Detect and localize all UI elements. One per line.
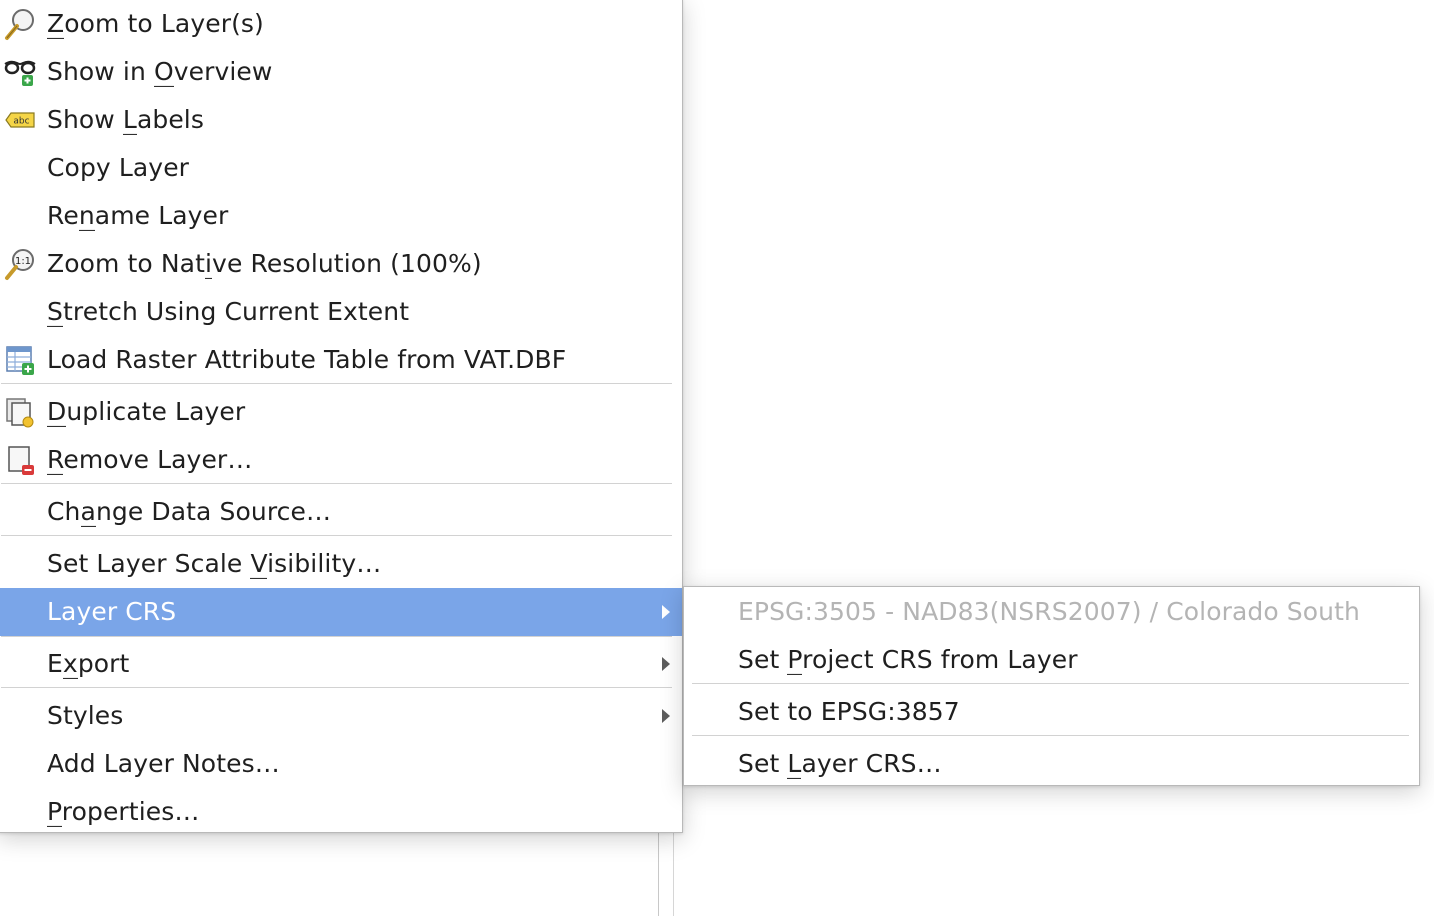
menu-item-rename-layer[interactable]: Rename Layer [0, 192, 682, 240]
menu-item-set-project-crs-from-layer[interactable]: Set Project CRS from Layer [684, 636, 1419, 684]
menu-item-add-layer-notes[interactable]: Add Layer Notes… [0, 740, 682, 788]
svg-text:1:1: 1:1 [15, 256, 31, 267]
menu-separator [1, 636, 672, 637]
menu-item-zoom-native-resolution[interactable]: 1:1 Zoom to Native Resolution (100%) [0, 240, 682, 288]
menu-item-label: Show in Overview [47, 56, 273, 87]
menu-separator [1, 483, 672, 484]
menu-separator [692, 735, 1409, 736]
menu-item-set-to-epsg-3857[interactable]: Set to EPSG:3857 [684, 688, 1419, 736]
zoom-native-resolution-icon: 1:1 [5, 249, 34, 280]
submenu-arrow-icon [662, 709, 670, 723]
background-panel-edge [658, 832, 674, 916]
menu-item-label: Set Layer Scale Visibility… [47, 548, 382, 579]
raster-attribute-table-icon [6, 346, 34, 375]
menu-item-set-layer-scale-visibility[interactable]: Set Layer Scale Visibility… [0, 540, 682, 588]
remove-layer-icon [8, 446, 34, 475]
menu-item-load-raster-attribute-table[interactable]: Load Raster Attribute Table from VAT.DBF [0, 336, 682, 384]
menu-item-label: Set Project CRS from Layer [738, 644, 1078, 675]
menu-item-properties[interactable]: Properties… [0, 788, 682, 836]
menu-item-label: Properties… [47, 796, 200, 827]
menu-item-label: Rename Layer [47, 200, 229, 231]
menu-separator [1, 535, 672, 536]
layer-crs-submenu: EPSG:3505 - NAD83(NSRS2007) / Colorado S… [683, 586, 1420, 786]
menu-item-export[interactable]: Export [0, 640, 682, 688]
show-labels-icon: abc [5, 112, 35, 128]
menu-item-label: EPSG:3505 - NAD83(NSRS2007) / Colorado S… [738, 596, 1360, 626]
menu-item-label: Copy Layer [47, 152, 190, 182]
svg-text:abc: abc [13, 117, 29, 127]
menu-item-label: Show Labels [47, 104, 204, 135]
menu-item-label: Load Raster Attribute Table from VAT.DBF [47, 344, 567, 374]
menu-item-label: Duplicate Layer [47, 396, 246, 427]
menu-item-label: Zoom to Layer(s) [47, 8, 264, 39]
menu-item-styles[interactable]: Styles [0, 692, 682, 740]
menu-item-remove-layer[interactable]: Remove Layer… [0, 436, 682, 484]
duplicate-layer-icon [6, 398, 34, 428]
menu-item-label: Export [47, 648, 130, 679]
menu-item-copy-layer[interactable]: Copy Layer [0, 144, 682, 192]
menu-item-label: Set to EPSG:3857 [738, 696, 960, 726]
menu-separator [692, 683, 1409, 684]
menu-item-set-layer-crs[interactable]: Set Layer CRS… [684, 740, 1419, 788]
menu-item-label: Stretch Using Current Extent [47, 296, 410, 327]
submenu-arrow-icon [662, 605, 670, 619]
menu-item-label: Add Layer Notes… [47, 748, 280, 778]
menu-item-label: Layer CRS [47, 596, 177, 626]
menu-item-label: Change Data Source… [47, 496, 332, 527]
menu-item-zoom-to-layers[interactable]: Zoom to Layer(s) [0, 0, 682, 48]
menu-item-stretch-current-extent[interactable]: Stretch Using Current Extent [0, 288, 682, 336]
menu-item-show-in-overview[interactable]: Show in Overview [0, 48, 682, 96]
menu-item-label: Set Layer CRS… [738, 748, 942, 779]
menu-item-show-labels[interactable]: abc Show Labels [0, 96, 682, 144]
zoom-to-layer-icon [5, 9, 34, 40]
menu-item-label: Remove Layer… [47, 444, 253, 475]
submenu-arrow-icon [662, 657, 670, 671]
layer-context-menu: Zoom to Layer(s) Show in Overview abc Sh… [0, 0, 683, 833]
menu-item-label: Styles [47, 700, 124, 730]
show-in-overview-icon [4, 60, 36, 86]
menu-item-duplicate-layer[interactable]: Duplicate Layer [0, 388, 682, 436]
menu-item-change-data-source[interactable]: Change Data Source… [0, 488, 682, 536]
menu-item-label: Zoom to Native Resolution (100%) [47, 248, 482, 279]
menu-item-layer-crs[interactable]: Layer CRS [0, 588, 682, 636]
menu-item-current-crs: EPSG:3505 - NAD83(NSRS2007) / Colorado S… [684, 588, 1419, 636]
menu-separator [1, 383, 672, 384]
menu-separator [1, 687, 672, 688]
